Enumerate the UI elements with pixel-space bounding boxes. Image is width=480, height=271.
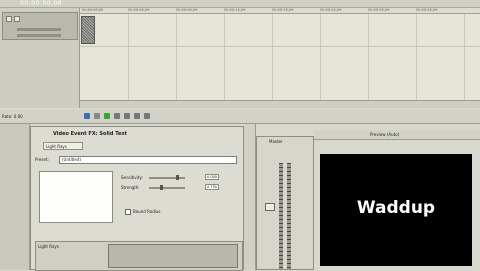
- ruler-label: 00:00:14;29: [224, 8, 246, 12]
- sensitivity-value[interactable]: 0.000: [205, 174, 219, 180]
- mute-icon[interactable]: [6, 16, 12, 22]
- grid-line: [320, 14, 321, 108]
- compositing-slider[interactable]: [17, 34, 61, 37]
- preview-toolbar: Preview (Auto): [314, 130, 480, 140]
- ruler-label: 00:00:00;00: [82, 8, 104, 12]
- prev-frame-icon[interactable]: [134, 113, 140, 119]
- stop-icon[interactable]: [124, 113, 130, 119]
- preset-label: Preset:: [35, 157, 49, 162]
- sensitivity-slider[interactable]: [149, 177, 185, 179]
- grid-line: [416, 14, 417, 108]
- ruler-label: 00:00:34;29: [416, 8, 438, 12]
- loop-icon[interactable]: [94, 113, 100, 119]
- grid-line: [176, 14, 177, 108]
- grid-line: [272, 14, 273, 108]
- transport-bar: Rate: 0.00: [0, 110, 480, 124]
- grid-line: [128, 14, 129, 108]
- video-track-header[interactable]: [2, 12, 78, 40]
- ruler-label: 00:00:19;29: [272, 8, 294, 12]
- keyframe-track-label: Light Rays: [38, 244, 59, 249]
- level-meter-right: [287, 163, 291, 269]
- keyframe-area: Light Rays: [35, 241, 243, 271]
- sensitivity-knob[interactable]: [175, 175, 179, 180]
- master-fader[interactable]: [265, 203, 275, 211]
- bound-radius-label: Bound Radius: [133, 209, 161, 214]
- grid-line: [224, 14, 225, 108]
- video-fx-window: Video Event FX: Solid Text Light Rays Pr…: [30, 126, 244, 271]
- level-meter-left: [279, 163, 283, 269]
- level-slider[interactable]: [17, 28, 61, 31]
- bound-radius-option[interactable]: Bound Radius: [125, 209, 160, 215]
- ruler-label: 00:00:24;29: [320, 8, 342, 12]
- strength-knob[interactable]: [160, 185, 164, 190]
- fx-center-preview[interactable]: [39, 171, 113, 223]
- timecode-display: 00:00:00;00: [20, 0, 63, 7]
- grid-line: [464, 14, 465, 108]
- rate-label: Rate: 0.00: [2, 114, 23, 119]
- preview-caption: Waddup: [356, 198, 436, 218]
- top-toolbar: 00:00:00;00: [0, 0, 480, 8]
- video-preview: Waddup: [320, 154, 472, 266]
- strength-slider[interactable]: [149, 187, 185, 189]
- timeline[interactable]: [80, 8, 480, 108]
- fx-window-title: Video Event FX: Solid Text: [53, 131, 127, 137]
- keyframe-timeline[interactable]: [108, 244, 238, 268]
- preset-dropdown[interactable]: (Untitled): [59, 156, 237, 164]
- grid-line: [368, 14, 369, 108]
- video-clip[interactable]: [81, 16, 95, 44]
- sensitivity-label: Sensitivity:: [121, 175, 143, 180]
- play-icon[interactable]: [104, 113, 110, 119]
- tab-light-rays[interactable]: Light Rays: [43, 142, 83, 150]
- preview-quality-dropdown[interactable]: Preview (Auto): [370, 132, 399, 137]
- solo-icon[interactable]: [14, 16, 20, 22]
- strength-label: Strength:: [121, 185, 140, 190]
- ruler-label: 00:00:29;29: [368, 8, 390, 12]
- explorer-panel: [0, 124, 30, 270]
- track-divider: [80, 46, 480, 47]
- master-label: Master: [269, 139, 283, 144]
- mixer-panel: Master: [256, 136, 314, 270]
- docking-toolbar: [244, 124, 256, 270]
- record-icon[interactable]: [84, 113, 90, 119]
- next-frame-icon[interactable]: [144, 113, 150, 119]
- ruler-label: 00:00:09;29: [176, 8, 198, 12]
- time-ruler[interactable]: 00:00:00;00 00:00:04;29 00:00:09;29 00:0…: [80, 8, 480, 14]
- timeline-scrollbar[interactable]: [80, 100, 480, 108]
- bound-radius-checkbox[interactable]: [125, 209, 131, 215]
- strength-value[interactable]: 0.750: [205, 184, 219, 190]
- pause-icon[interactable]: [114, 113, 120, 119]
- ruler-label: 00:00:04;29: [128, 8, 150, 12]
